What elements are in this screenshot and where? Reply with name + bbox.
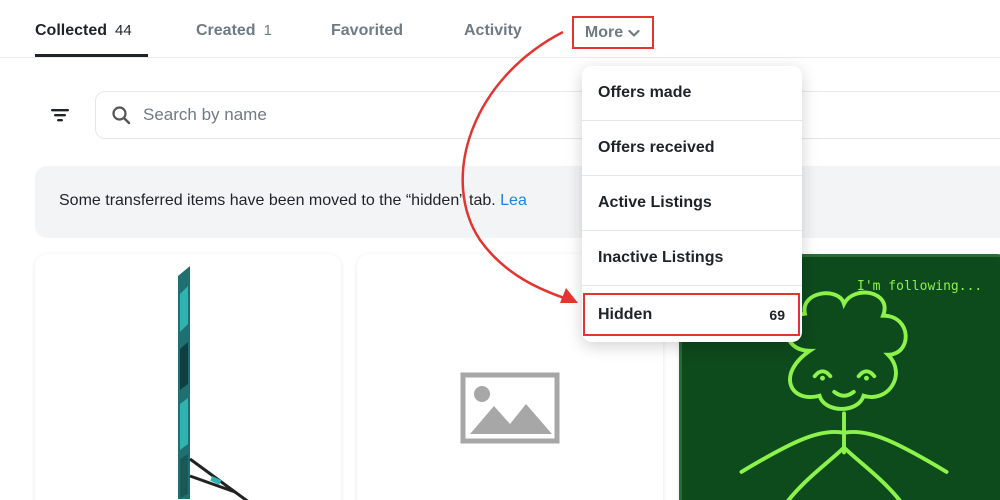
search-bar [95, 91, 1000, 139]
menu-item-label: Offers received [598, 139, 715, 156]
filter-icon [51, 109, 69, 122]
menu-item-offers-made[interactable]: Offers made [582, 66, 802, 121]
nft-image-1 [178, 266, 249, 500]
tab-created-label: Created [196, 22, 256, 39]
more-tab-button[interactable]: More [572, 16, 654, 49]
hidden-items-notice: Some transferred items have been moved t… [35, 166, 1000, 238]
nft-card-1[interactable] [35, 254, 341, 500]
search-input[interactable] [143, 102, 563, 128]
filter-button[interactable] [46, 101, 74, 129]
menu-item-label: Offers made [598, 84, 692, 101]
menu-item-offers-received[interactable]: Offers received [582, 121, 802, 176]
tab-favorited-label: Favorited [331, 22, 404, 39]
nft-3-caption: I'm following... [857, 279, 983, 294]
notice-learn-more-link[interactable]: Lea [500, 192, 527, 209]
image-placeholder-icon [460, 372, 560, 444]
tab-created[interactable]: Created 1 [196, 22, 272, 40]
tab-activity[interactable]: Activity [464, 22, 522, 40]
tab-activity-label: Activity [464, 22, 522, 39]
menu-item-active-listings[interactable]: Active Listings [582, 176, 802, 231]
tab-collected[interactable]: Collected 44 [35, 22, 132, 40]
menu-item-hidden-count: 69 [769, 307, 785, 323]
chevron-down-icon [628, 29, 640, 37]
menu-item-label: Active Listings [598, 194, 712, 211]
menu-item-inactive-listings[interactable]: Inactive Listings [582, 231, 802, 286]
active-tab-underline [35, 54, 148, 57]
menu-item-label: Inactive Listings [598, 249, 724, 266]
tab-collected-label: Collected [35, 22, 108, 39]
menu-item-hidden-label: Hidden [598, 306, 653, 323]
notice-message: Some transferred items have been moved t… [59, 192, 501, 209]
notice-text: Some transferred items have been moved t… [59, 192, 527, 210]
menu-item-hidden[interactable]: Hidden 69 [583, 293, 800, 336]
profile-tabs: Collected 44 Created 1 Favorited Activity [0, 0, 1000, 58]
tab-created-count: 1 [263, 22, 272, 39]
search-icon [112, 106, 131, 125]
tab-favorited[interactable]: Favorited [331, 22, 403, 40]
tab-collected-count: 44 [115, 22, 132, 39]
more-label: More [584, 23, 624, 41]
